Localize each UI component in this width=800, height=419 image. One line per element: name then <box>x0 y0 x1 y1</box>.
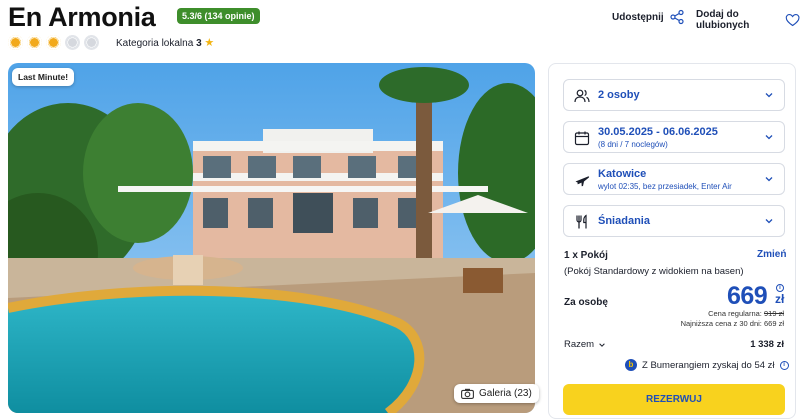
guests-value: 2 osoby <box>598 89 640 101</box>
share-icon <box>670 9 684 25</box>
share-label: Udostępnij <box>612 11 664 23</box>
gallery-label: Galeria (23) <box>479 388 532 399</box>
dates-selector[interactable]: 30.05.2025 - 06.06.2025 (8 dni / 7 nocle… <box>563 121 785 153</box>
sun-icon <box>8 35 23 50</box>
heart-icon <box>785 14 800 27</box>
room-count: 1 x Pokój <box>564 250 608 261</box>
sun-rating <box>8 35 99 50</box>
chevron-down-icon <box>765 177 773 182</box>
board-selector[interactable]: Śniadania <box>563 205 785 237</box>
duration-text: (8 dni / 7 noclegów) <box>598 140 668 149</box>
price-per-person: 669 <box>727 282 768 310</box>
departure-selector[interactable]: Katowice wylot 02:35, bez przesiadek, En… <box>563 163 785 195</box>
total-price: 1 338 zł <box>750 339 784 350</box>
total-toggle[interactable]: Razem <box>564 339 606 350</box>
regular-price: Cena regularna: 919 zł <box>708 309 784 318</box>
rating-badge[interactable]: 5.3/6 (134 opinie) <box>177 8 260 24</box>
bumerang-info: b Z Bumerangiem zyskaj do 54 zł i <box>625 359 789 371</box>
regular-price-label: Cena regularna: <box>708 309 762 318</box>
lowest-price-text: Najniższa cena z 30 dni: 669 zł <box>680 319 784 328</box>
star-icon: ★ <box>204 37 215 49</box>
reserve-button[interactable]: REZERWUJ <box>563 384 785 415</box>
cutlery-icon <box>576 214 587 229</box>
flight-info: wylot 02:35, bez przesiadek, Enter Air <box>598 182 732 191</box>
hotel-illustration <box>8 63 535 413</box>
dates-value: 30.05.2025 - 06.06.2025 <box>598 126 718 138</box>
camera-icon <box>461 388 474 399</box>
sun-icon <box>27 35 42 50</box>
info-icon[interactable]: i <box>776 284 784 292</box>
people-icon <box>574 89 590 103</box>
per-person-label: Za osobę <box>564 297 608 308</box>
share-button[interactable]: Udostępnij <box>612 9 685 25</box>
hotel-name: En Armonia <box>8 2 156 32</box>
gallery-button[interactable]: Galeria (23) <box>454 384 539 403</box>
chevron-down-icon <box>599 342 605 347</box>
add-to-favorites-button[interactable]: Dodaj do ulubionych <box>696 9 800 31</box>
category-value: 3 <box>196 38 202 49</box>
sun-icon <box>65 35 80 50</box>
price-currency: zł <box>775 292 785 306</box>
board-value: Śniadania <box>598 215 650 227</box>
favorite-label: Dodaj do ulubionych <box>696 9 750 31</box>
info-icon[interactable]: i <box>779 360 789 370</box>
chevron-down-icon <box>765 219 773 224</box>
room-description: (Pokój Standardowy z widokiem na basen) <box>564 266 744 277</box>
sun-icon <box>46 35 61 50</box>
bumerang-icon: b <box>625 359 637 371</box>
bumerang-text: Z Bumerangiem zyskaj do 54 zł <box>642 359 775 371</box>
chevron-down-icon <box>765 135 773 140</box>
guests-selector[interactable]: 2 osoby <box>563 79 785 111</box>
last-minute-badge: Last Minute! <box>12 68 75 86</box>
hotel-photo[interactable] <box>8 63 535 413</box>
calendar-icon <box>574 131 590 146</box>
total-label: Razem <box>564 339 595 350</box>
departure-city: Katowice <box>598 168 647 180</box>
regular-price-value: 919 zł <box>763 309 784 318</box>
category-label: Kategoria lokalna <box>116 38 194 49</box>
plane-icon <box>575 176 590 187</box>
change-room-link[interactable]: Zmień <box>757 249 786 260</box>
sun-icon <box>84 35 99 50</box>
chevron-down-icon <box>765 93 773 98</box>
local-category: Kategoria lokalna 3 ★ <box>116 36 214 49</box>
